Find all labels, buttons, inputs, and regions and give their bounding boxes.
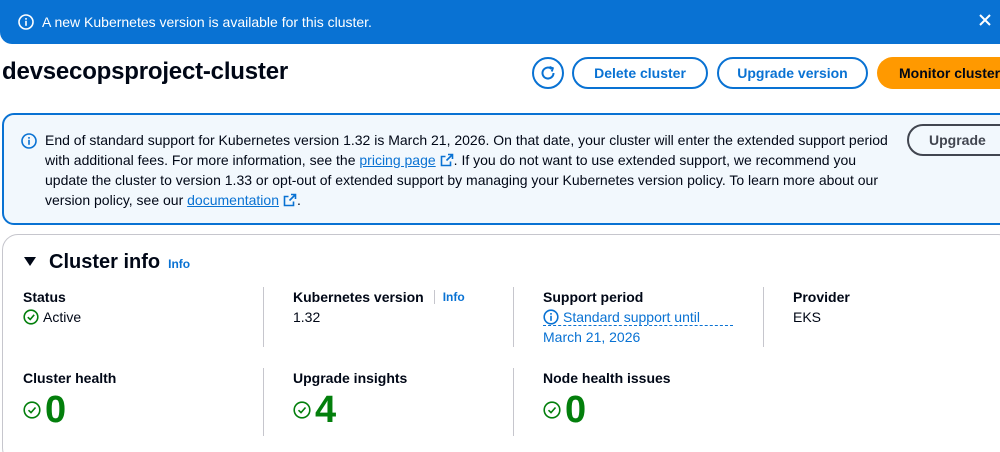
support-value: Standard support until March 21, 2026 — [543, 309, 700, 345]
kubernetes-version-field: Kubernetes version Info 1.32 — [293, 287, 465, 327]
success-icon — [543, 401, 565, 419]
upgrade-insights-field: Upgrade insights 4 — [293, 368, 407, 432]
pricing-page-link[interactable]: pricing page — [359, 152, 435, 168]
node-health-label: Node health issues — [543, 370, 671, 386]
upgrade-version-button[interactable]: Upgrade version — [717, 57, 868, 89]
provider-label: Provider — [793, 289, 850, 305]
close-icon[interactable] — [974, 9, 996, 31]
divider — [763, 287, 764, 347]
alert-upgrade-button[interactable]: Upgrade — [907, 124, 1000, 156]
divider — [263, 368, 264, 436]
success-icon — [23, 401, 45, 419]
upgrade-insights-value[interactable]: 4 — [293, 388, 407, 432]
flash-banner: A new Kubernetes version is available fo… — [0, 0, 1000, 44]
alert-message: End of standard support for Kubernetes v… — [45, 130, 890, 210]
upgrade-insights-label: Upgrade insights — [293, 370, 408, 386]
status-value: Active — [23, 307, 81, 327]
documentation-link[interactable]: documentation — [187, 192, 279, 208]
cluster-info-container: Cluster info Info Status Active Kubernet… — [2, 234, 1000, 452]
status-label: Status — [23, 289, 66, 305]
support-alert: End of standard support for Kubernetes v… — [2, 113, 1000, 225]
divider — [263, 287, 264, 347]
divider — [513, 368, 514, 436]
info-link[interactable]: Info — [168, 257, 190, 271]
info-link[interactable]: Info — [443, 287, 465, 307]
info-icon — [18, 14, 34, 30]
info-icon — [21, 133, 37, 149]
cluster-health-count: 0 — [45, 389, 67, 431]
k8s-label: Kubernetes version — [293, 289, 424, 305]
divider — [433, 290, 435, 304]
success-icon — [293, 401, 315, 419]
external-link-icon — [440, 152, 454, 167]
provider-value: EKS — [793, 309, 822, 325]
provider-field: Provider EKS — [793, 287, 850, 327]
node-health-field: Node health issues 0 — [543, 368, 671, 432]
delete-cluster-button[interactable]: Delete cluster — [572, 57, 708, 89]
k8s-version-value: 1.32 — [293, 309, 321, 325]
external-link-icon — [283, 192, 297, 207]
status-field: Status Active — [23, 287, 81, 327]
status-text: Active — [43, 309, 82, 325]
success-icon — [23, 309, 43, 325]
cluster-health-value[interactable]: 0 — [23, 388, 116, 432]
cluster-health-label: Cluster health — [23, 370, 117, 386]
upgrade-insights-count: 4 — [315, 389, 337, 431]
section-title: Cluster info — [49, 251, 161, 273]
divider — [513, 287, 514, 347]
support-period-field: Support period Standard support until Ma… — [543, 287, 733, 345]
node-health-count: 0 — [565, 389, 587, 431]
flash-message: A new Kubernetes version is available fo… — [42, 14, 372, 30]
support-period-link[interactable]: Standard support until March 21, 2026 — [543, 307, 733, 345]
k8s-label-row: Kubernetes version Info — [293, 287, 465, 307]
cluster-info-header[interactable]: Cluster info Info — [23, 251, 190, 274]
monitor-cluster-button[interactable]: Monitor cluster — [877, 57, 1000, 89]
page-title: devsecopsproject-cluster — [2, 58, 288, 85]
refresh-icon — [539, 64, 557, 82]
refresh-button[interactable] — [532, 57, 564, 89]
caret-down-icon[interactable] — [23, 254, 37, 268]
alert-text-part: . — [296, 192, 301, 208]
cluster-health-field: Cluster health 0 — [23, 368, 116, 432]
node-health-value[interactable]: 0 — [543, 388, 671, 432]
support-label: Support period — [543, 289, 644, 305]
